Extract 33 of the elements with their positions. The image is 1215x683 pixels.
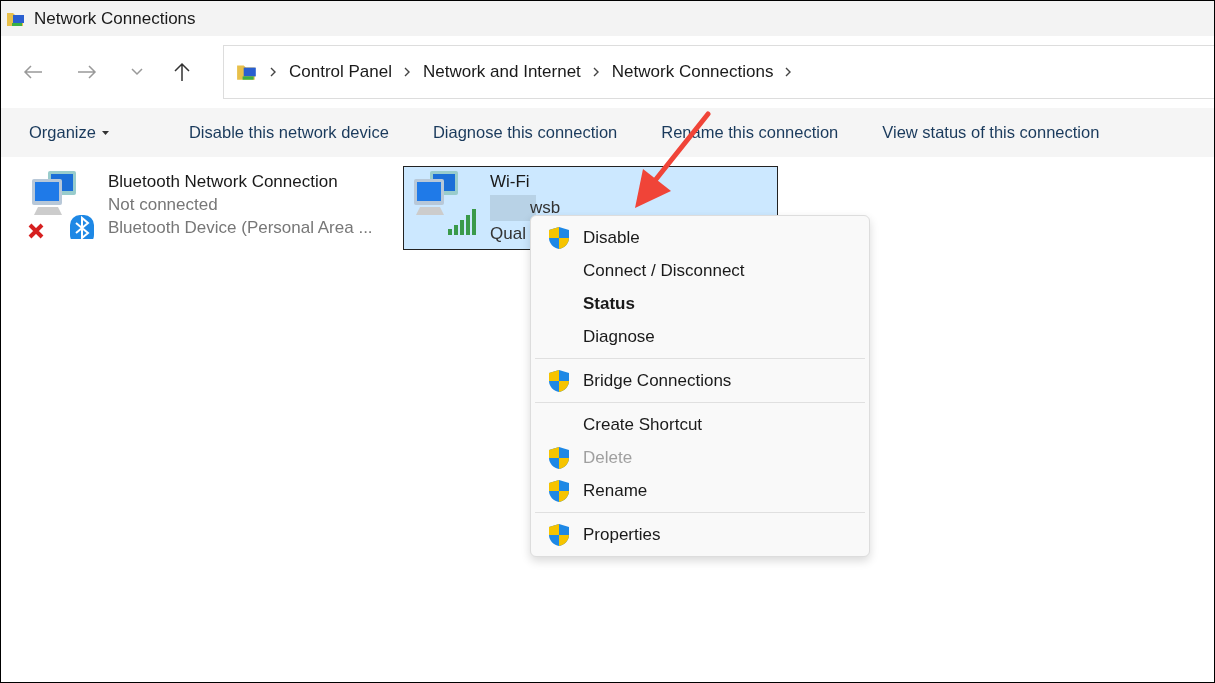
address-bar[interactable]: Control Panel Network and Internet Network Connections [223, 45, 1214, 99]
breadcrumb-item[interactable]: Network and Internet [423, 62, 581, 82]
chevron-right-icon [270, 67, 277, 77]
menu-item[interactable]: Status [535, 287, 865, 320]
connection-name: Bluetooth Network Connection [108, 172, 339, 192]
back-arrow-icon[interactable] [23, 64, 43, 80]
breadcrumb-item[interactable]: Control Panel [289, 62, 392, 82]
command-button[interactable]: View status of this connection [870, 117, 1112, 148]
breadcrumb-item[interactable]: Network Connections [611, 62, 774, 82]
chevron-right-icon[interactable] [785, 67, 793, 77]
menu-item[interactable]: Connect / Disconnect [535, 254, 865, 287]
connection-status: wsb [530, 198, 561, 218]
up-arrow-icon[interactable] [173, 62, 191, 82]
menu-item[interactable]: Bridge Connections [535, 364, 865, 397]
connection-name: Wi-Fi [490, 172, 531, 192]
menu-item[interactable]: Rename [535, 474, 865, 507]
menu-item[interactable]: Properties [535, 518, 865, 551]
connection-status: Not connected [108, 195, 218, 215]
menu-item[interactable]: Diagnose [535, 320, 865, 353]
connection-item[interactable]: Bluetooth Network Connection Not connected Bluetooth Device (Personal Area ... [25, 166, 397, 250]
device-name: Bluetooth Device (Personal Area ... [108, 218, 373, 238]
menu-item[interactable]: Create Shortcut [535, 408, 865, 441]
forward-arrow-icon[interactable] [77, 64, 97, 80]
chevron-right-icon [404, 67, 411, 77]
chevron-down-icon[interactable] [131, 68, 143, 76]
network-folder-icon [236, 62, 258, 82]
device-name: Qual [490, 224, 527, 244]
command-button[interactable]: Organize [17, 117, 121, 148]
command-button[interactable]: Disable this network device [176, 117, 401, 148]
chevron-right-icon [592, 67, 600, 77]
window-title: Network Connections [34, 8, 196, 29]
command-button[interactable]: Diagnose this connection [420, 117, 630, 148]
caret-icon [101, 130, 109, 135]
